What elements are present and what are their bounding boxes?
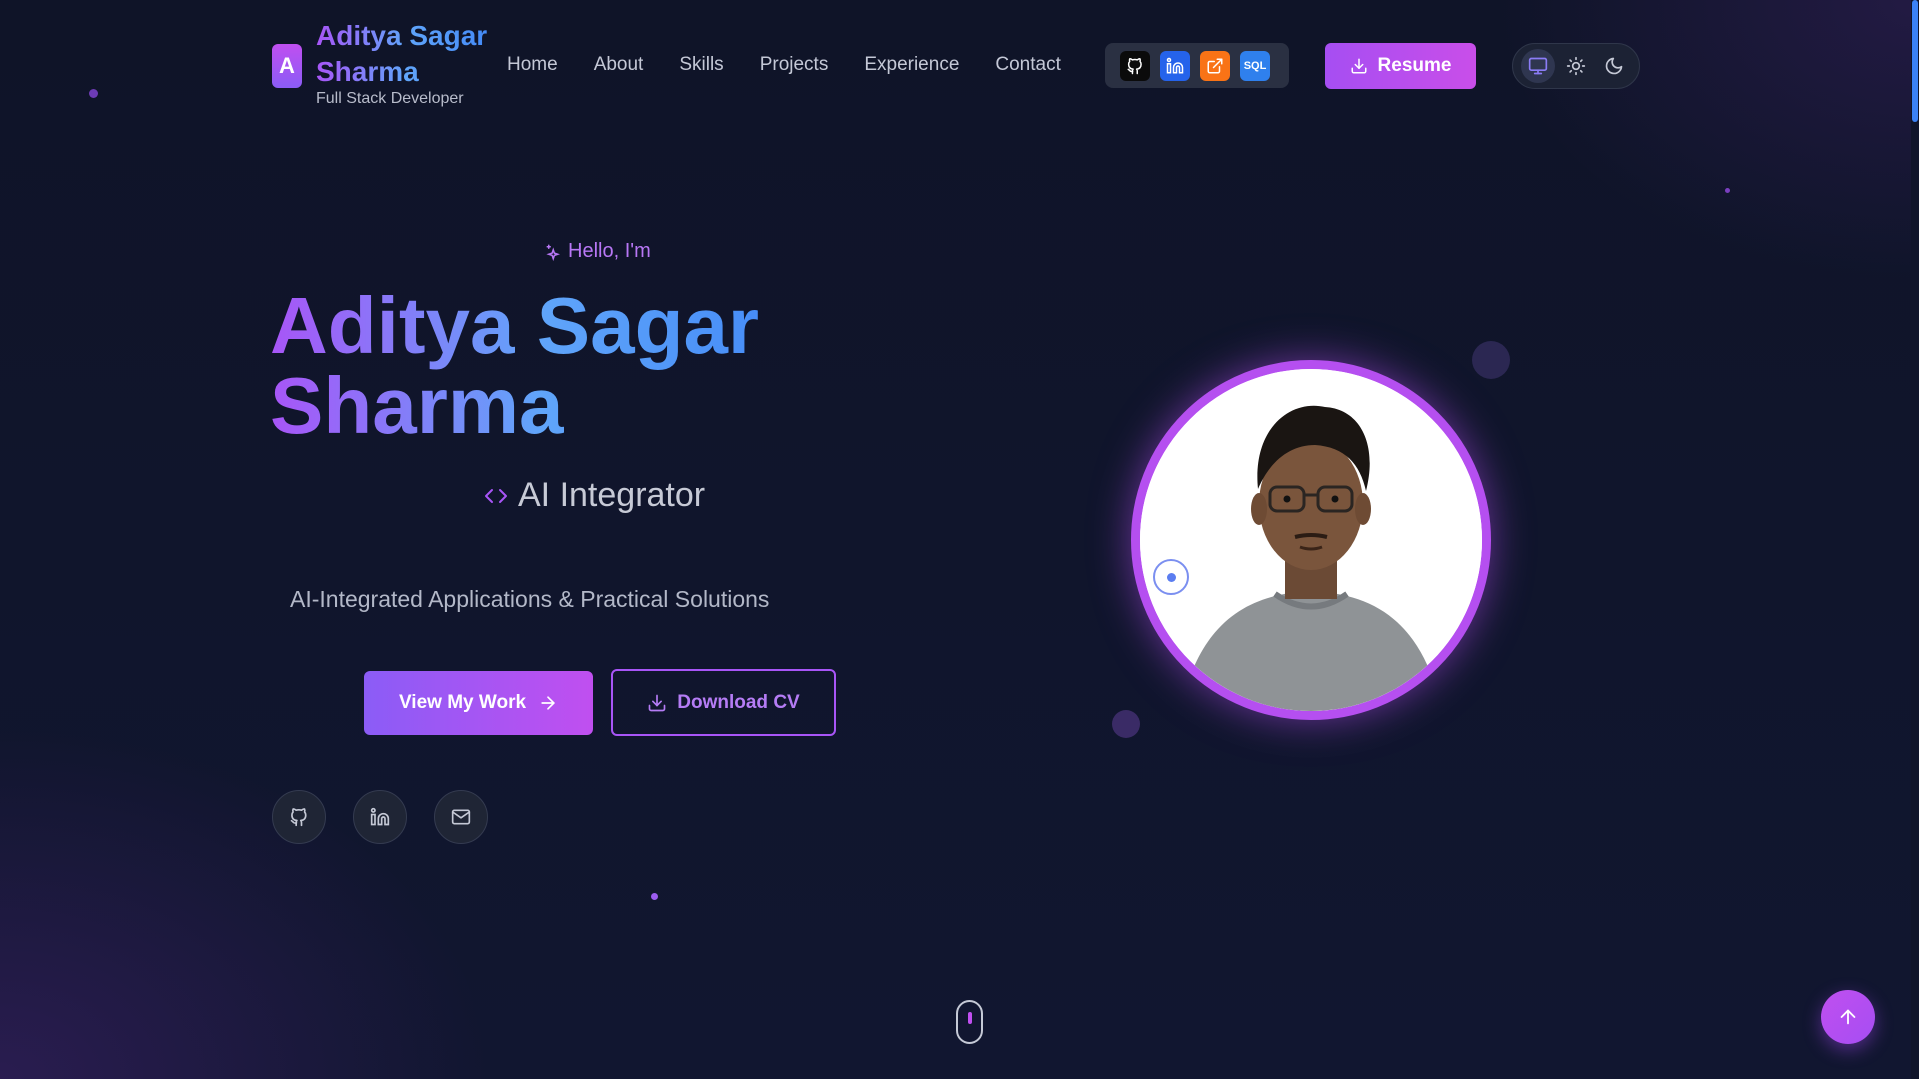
code-icon xyxy=(485,488,507,503)
nav-experience[interactable]: Experience xyxy=(864,54,959,76)
external-link-icon[interactable] xyxy=(1200,50,1230,81)
tagline: AI-Integrated Applications & Practical S… xyxy=(290,586,770,612)
portrait-illustration xyxy=(1140,369,1482,711)
profile-photo xyxy=(1131,360,1491,720)
nav-about[interactable]: About xyxy=(594,54,644,76)
brand-subtitle: Full Stack Developer xyxy=(316,90,464,107)
github-icon[interactable] xyxy=(1120,50,1150,81)
monitor-icon[interactable] xyxy=(1521,49,1555,83)
role: AI Integrator xyxy=(484,476,705,515)
back-to-top-button[interactable] xyxy=(1821,990,1875,1044)
linkedin-icon[interactable] xyxy=(1160,50,1190,81)
decor-dot xyxy=(1112,710,1140,738)
view-my-work-label: View My Work xyxy=(398,692,527,713)
main-nav: Home About Skills Projects Experience Co… xyxy=(507,54,1061,76)
linkedin-icon[interactable] xyxy=(353,790,407,844)
sql-icon[interactable]: SQL xyxy=(1240,50,1270,81)
decor-dot xyxy=(651,893,658,900)
scroll-indicator[interactable] xyxy=(956,1000,983,1044)
theme-toggle xyxy=(1512,43,1640,89)
download-icon xyxy=(648,694,666,711)
arrow-right-icon xyxy=(541,696,555,710)
page-scrollbar[interactable] xyxy=(1911,0,1919,1079)
sun-icon[interactable] xyxy=(1559,49,1593,83)
logo-badge[interactable]: A xyxy=(272,44,302,88)
brand-name[interactable]: Aditya Sagar Sharma xyxy=(316,18,516,90)
moon-icon[interactable] xyxy=(1597,49,1631,83)
download-icon xyxy=(1351,58,1367,74)
download-cv-button[interactable]: Download CV xyxy=(611,669,836,736)
nav-skills[interactable]: Skills xyxy=(679,54,723,76)
greeting-text: Hello, I'm xyxy=(568,240,651,262)
greeting: Hello, I'm xyxy=(542,240,651,263)
role-text: AI Integrator xyxy=(518,476,706,514)
sparkle-icon xyxy=(546,244,560,261)
decor-dot xyxy=(1725,188,1730,193)
download-cv-label: Download CV xyxy=(677,691,800,713)
social-links xyxy=(272,790,488,844)
external-links-bar: SQL xyxy=(1105,43,1289,88)
github-icon[interactable] xyxy=(272,790,326,844)
site-header: A Aditya Sagar Sharma Full Stack Develop… xyxy=(272,18,1642,114)
nav-home[interactable]: Home xyxy=(507,54,558,76)
nav-projects[interactable]: Projects xyxy=(760,54,829,76)
hero-name: Aditya Sagar Sharma xyxy=(270,286,870,446)
nav-contact[interactable]: Contact xyxy=(995,54,1060,76)
arrow-up-icon xyxy=(1840,1009,1856,1025)
status-dot xyxy=(1153,559,1189,595)
view-my-work-button[interactable]: View My Work xyxy=(364,671,593,735)
scrollbar-thumb[interactable] xyxy=(1912,0,1918,122)
resume-button[interactable]: Resume xyxy=(1325,43,1476,89)
decor-dot xyxy=(89,89,98,98)
mail-icon[interactable] xyxy=(434,790,488,844)
decor-dot xyxy=(1472,341,1510,379)
resume-button-label: Resume xyxy=(1377,55,1452,76)
